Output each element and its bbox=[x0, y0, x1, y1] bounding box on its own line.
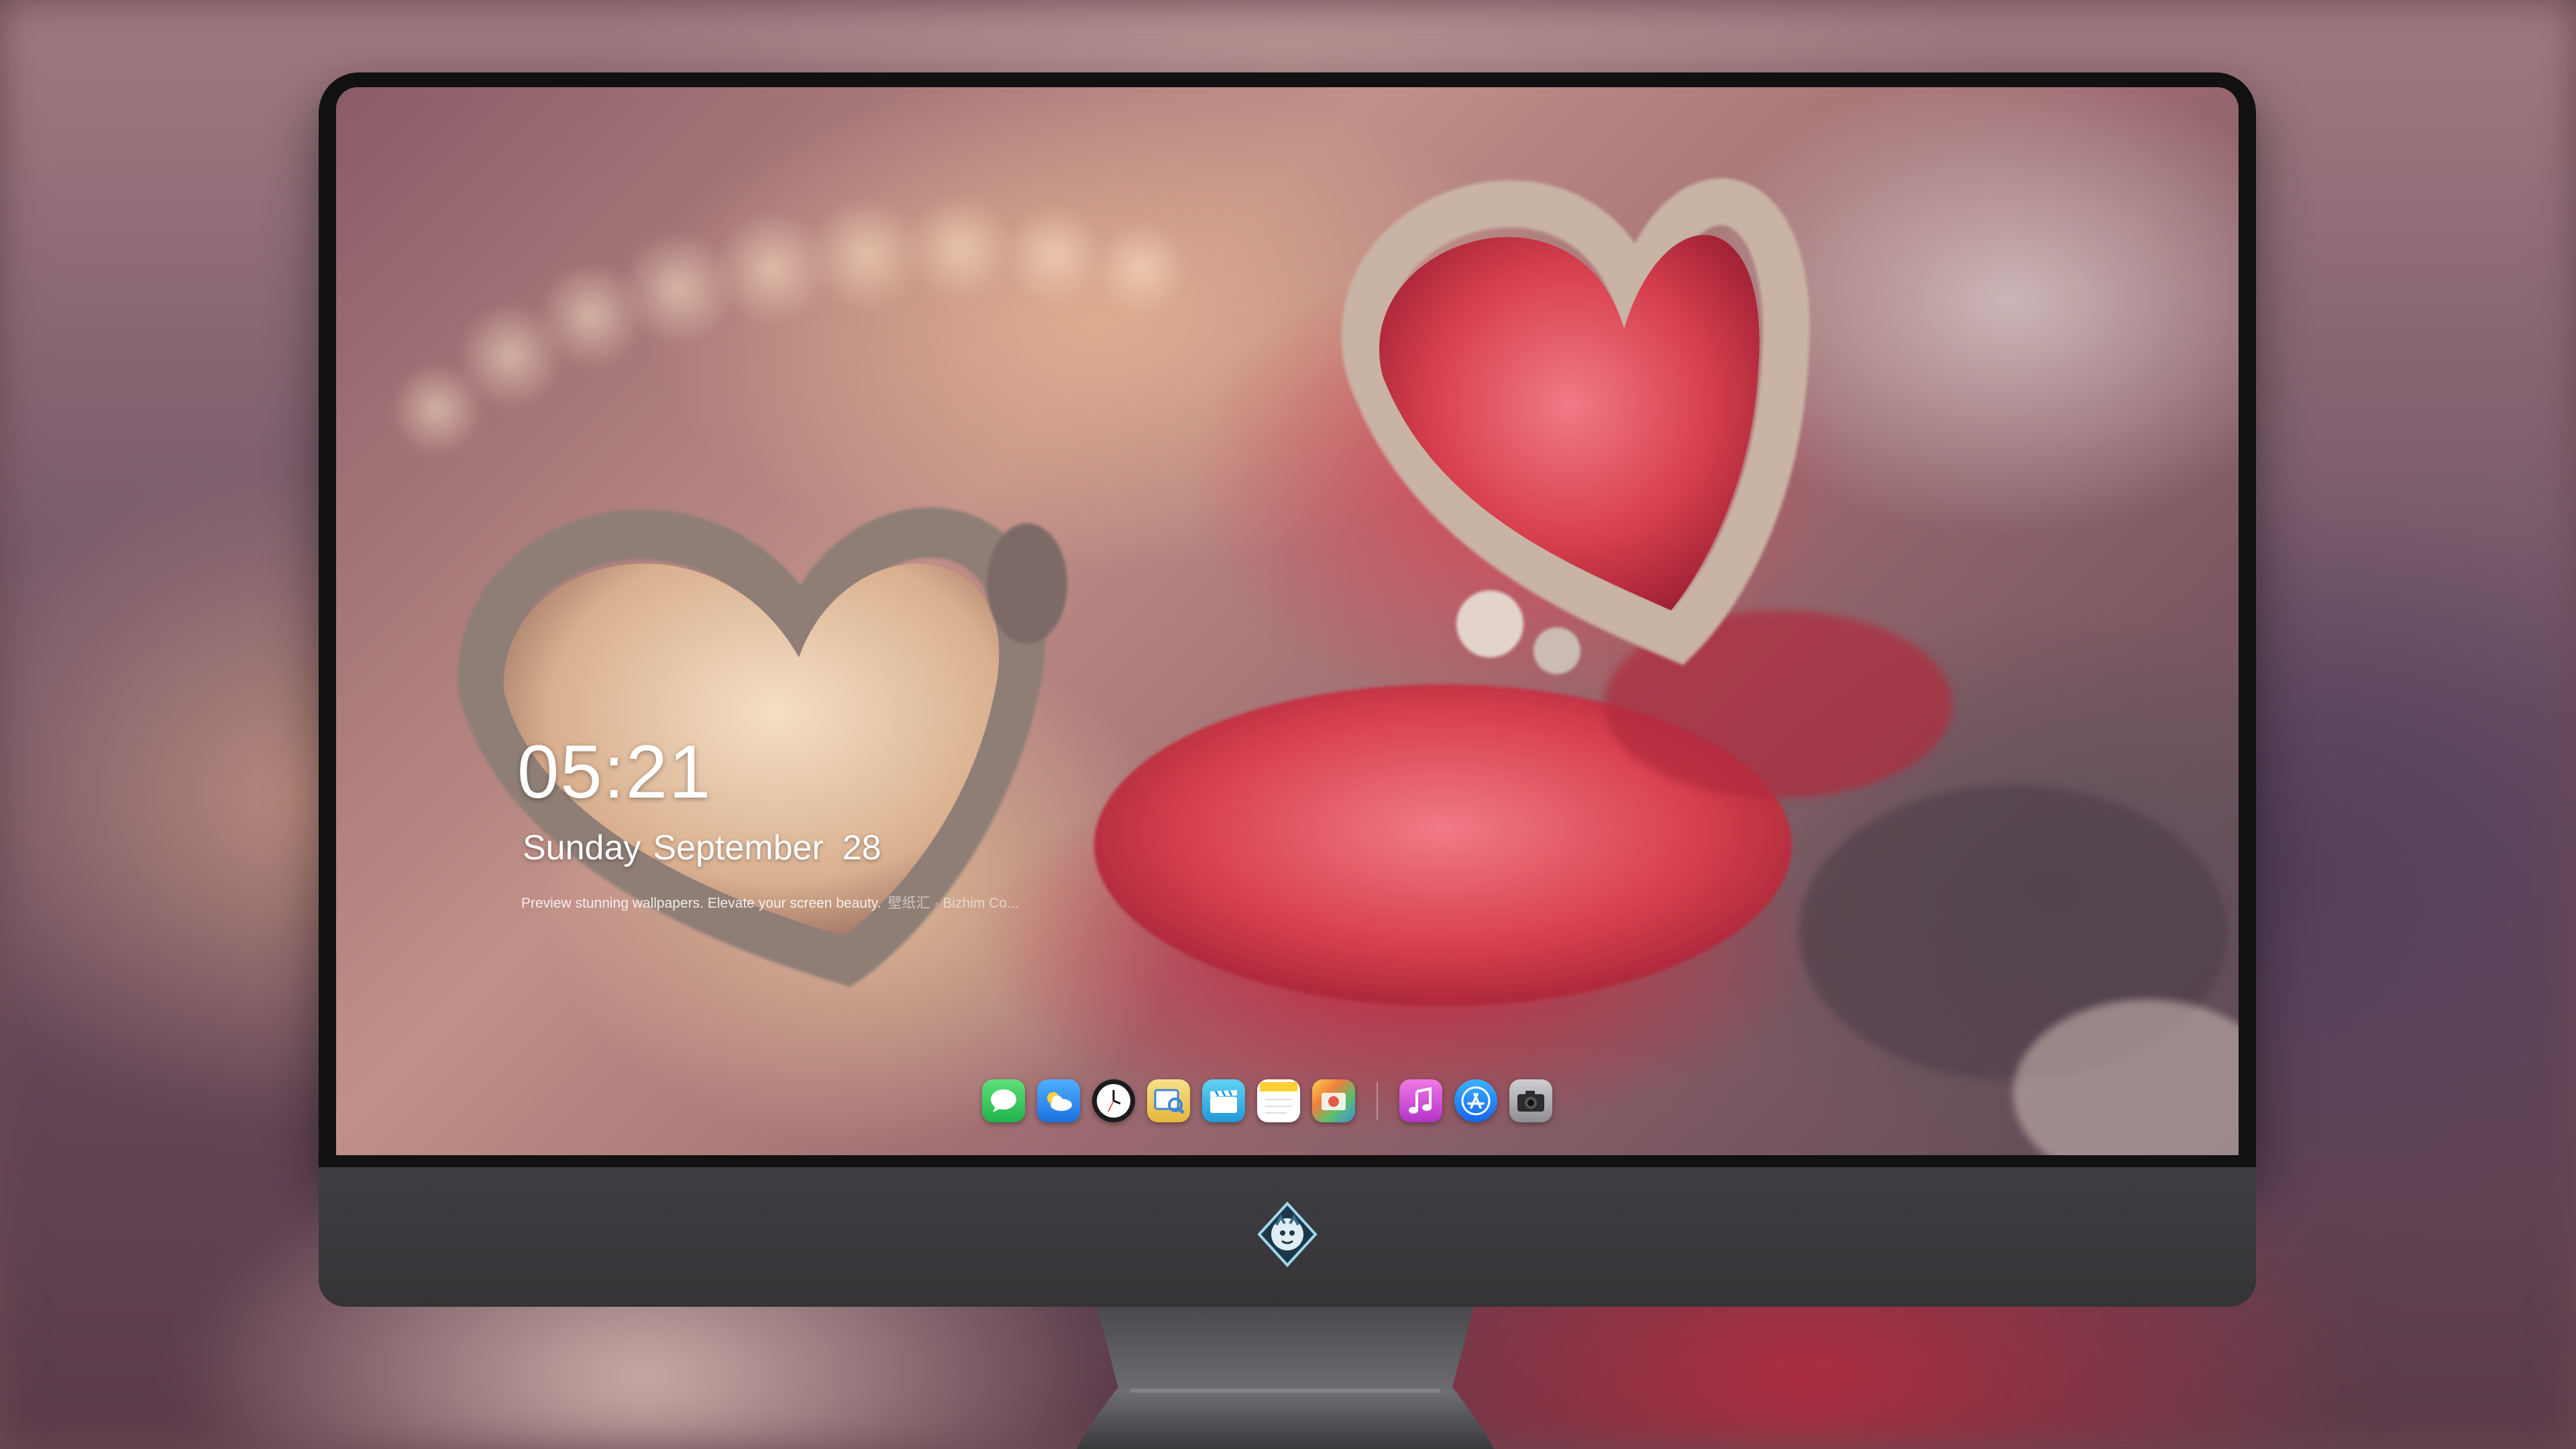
music-icon[interactable] bbox=[1399, 1079, 1442, 1122]
preview-icon[interactable] bbox=[1147, 1079, 1190, 1122]
clapper-icon[interactable] bbox=[1202, 1079, 1245, 1122]
app-store-icon[interactable] bbox=[1454, 1079, 1497, 1122]
date-month: September bbox=[653, 828, 824, 867]
brand-text: 壁纸汇 · Bizhim Co... bbox=[888, 896, 1019, 911]
monitor: 05:21 Sunday September 28 Preview stunning… bbox=[319, 72, 2256, 1307]
wallpaper-image bbox=[390, 178, 2239, 1155]
screen: 05:21 Sunday September 28 Preview stunning… bbox=[336, 87, 2239, 1155]
dock-separator bbox=[1377, 1082, 1378, 1120]
monitor-stand bbox=[1077, 1307, 1494, 1449]
date-day: 28 bbox=[842, 828, 881, 867]
camera-icon[interactable] bbox=[1509, 1079, 1552, 1122]
lockscreen-time: 05:21 bbox=[517, 730, 712, 814]
weather-icon[interactable] bbox=[1037, 1079, 1080, 1122]
date-weekday: Sunday bbox=[523, 828, 641, 867]
dock bbox=[975, 1071, 1559, 1131]
messages-icon[interactable] bbox=[982, 1079, 1025, 1122]
wallpaper-tagline: Preview stunning wallpapers. Elevate you… bbox=[521, 892, 1018, 912]
photo-booth-icon[interactable] bbox=[1312, 1079, 1355, 1122]
dragon-logo-icon bbox=[1257, 1201, 1318, 1267]
tagline-text: Preview stunning wallpapers. Elevate you… bbox=[521, 896, 881, 911]
lockscreen-date: Sunday September 28 bbox=[523, 828, 881, 868]
clock-icon[interactable] bbox=[1092, 1079, 1135, 1122]
notes-icon[interactable] bbox=[1257, 1079, 1300, 1122]
